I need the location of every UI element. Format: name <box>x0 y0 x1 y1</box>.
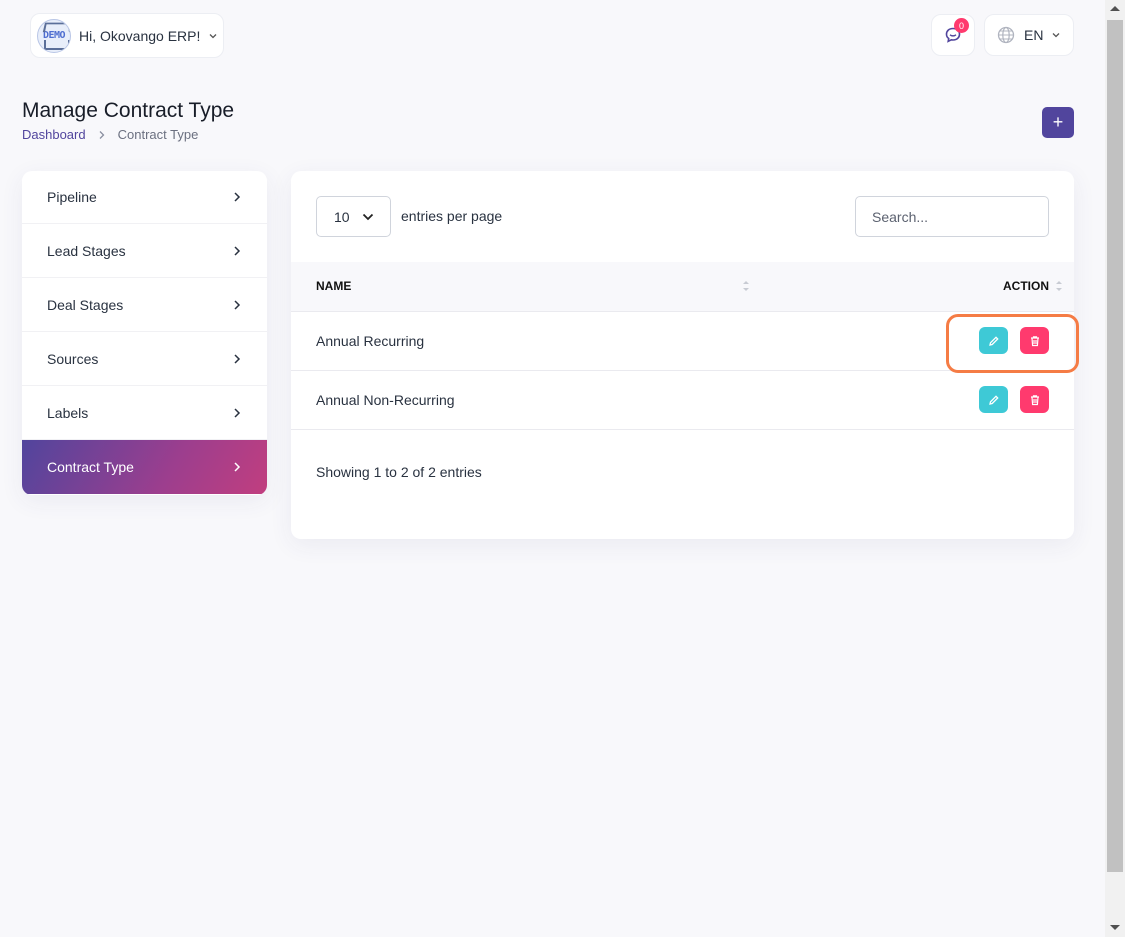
breadcrumb-dashboard[interactable]: Dashboard <box>22 127 86 142</box>
sidebar-item-lead-stages[interactable]: Lead Stages <box>22 224 267 278</box>
sidebar-item-label: Contract Type <box>47 459 134 475</box>
user-menu[interactable]: DEMO Hi, Okovango ERP! <box>30 13 224 58</box>
sidebar-item-label: Deal Stages <box>47 296 124 313</box>
breadcrumb: Dashboard Contract Type <box>22 127 198 142</box>
sidebar-item-label: Sources <box>47 350 99 367</box>
sidebar-item-sources[interactable]: Sources <box>22 332 267 386</box>
trash-icon <box>1030 394 1039 405</box>
notification-badge: 0 <box>954 18 969 33</box>
language-label: EN <box>1024 27 1044 43</box>
row-name: Annual Non-Recurring <box>316 392 455 408</box>
chevron-right-icon <box>99 130 105 139</box>
language-selector[interactable]: EN <box>984 14 1074 56</box>
sidebar-item-label: Pipeline <box>47 189 97 205</box>
column-header-name[interactable]: NAME <box>316 279 351 293</box>
scrollbar-thumb[interactable] <box>1107 20 1123 872</box>
search-input[interactable] <box>855 196 1049 237</box>
chevron-down-icon <box>362 213 374 221</box>
edit-button[interactable] <box>979 386 1008 413</box>
per-page-value: 10 <box>334 208 350 225</box>
add-contract-type-button[interactable]: + <box>1042 107 1074 138</box>
action-highlight-box <box>946 314 1079 373</box>
chevron-right-icon <box>234 407 241 418</box>
pencil-icon <box>988 394 999 405</box>
sidebar-item-label: Lead Stages <box>47 242 126 259</box>
chevron-down-icon <box>1052 33 1060 38</box>
sidebar-item-pipeline[interactable]: Pipeline <box>22 171 267 224</box>
avatar: DEMO <box>37 18 71 53</box>
plus-icon: + <box>1052 112 1064 132</box>
user-greeting: Hi, Okovango ERP! <box>79 27 201 44</box>
table-info: Showing 1 to 2 of 2 entries <box>316 464 482 480</box>
globe-icon <box>997 26 1015 44</box>
delete-button[interactable] <box>1020 386 1049 413</box>
scroll-up-arrow-icon[interactable] <box>1110 6 1120 11</box>
messages-button[interactable]: 0 <box>931 14 975 56</box>
per-page-label: entries per page <box>401 208 503 224</box>
page-title: Manage Contract Type <box>22 99 235 122</box>
page-scrollbar[interactable] <box>1105 0 1125 937</box>
chevron-right-icon <box>234 245 241 256</box>
sidebar-item-label: Labels <box>47 404 89 421</box>
row-name: Annual Recurring <box>316 333 425 349</box>
chevron-right-icon <box>234 192 241 202</box>
sort-icon[interactable] <box>1055 279 1063 293</box>
column-header-action[interactable]: ACTION <box>1003 279 1049 293</box>
sidebar-item-deal-stages[interactable]: Deal Stages <box>22 278 267 332</box>
avatar-text: DEMO <box>42 30 66 41</box>
scroll-down-arrow-icon[interactable] <box>1110 925 1120 930</box>
table-header: NAME ACTION <box>291 262 1074 312</box>
settings-sidebar: Pipeline Lead Stages Deal Stages Sources… <box>22 171 267 495</box>
entries-per-page-select[interactable]: 10 <box>316 196 391 237</box>
breadcrumb-current: Contract Type <box>117 127 199 142</box>
sort-icon[interactable] <box>742 279 750 293</box>
table-row: Annual Non-Recurring <box>291 371 1074 430</box>
sidebar-item-labels[interactable]: Labels <box>22 386 267 440</box>
sidebar-item-contract-type[interactable]: Contract Type <box>22 440 267 494</box>
chevron-right-icon <box>234 462 241 472</box>
chevron-down-icon <box>209 33 217 38</box>
chevron-right-icon <box>234 299 241 310</box>
chevron-right-icon <box>234 353 241 364</box>
